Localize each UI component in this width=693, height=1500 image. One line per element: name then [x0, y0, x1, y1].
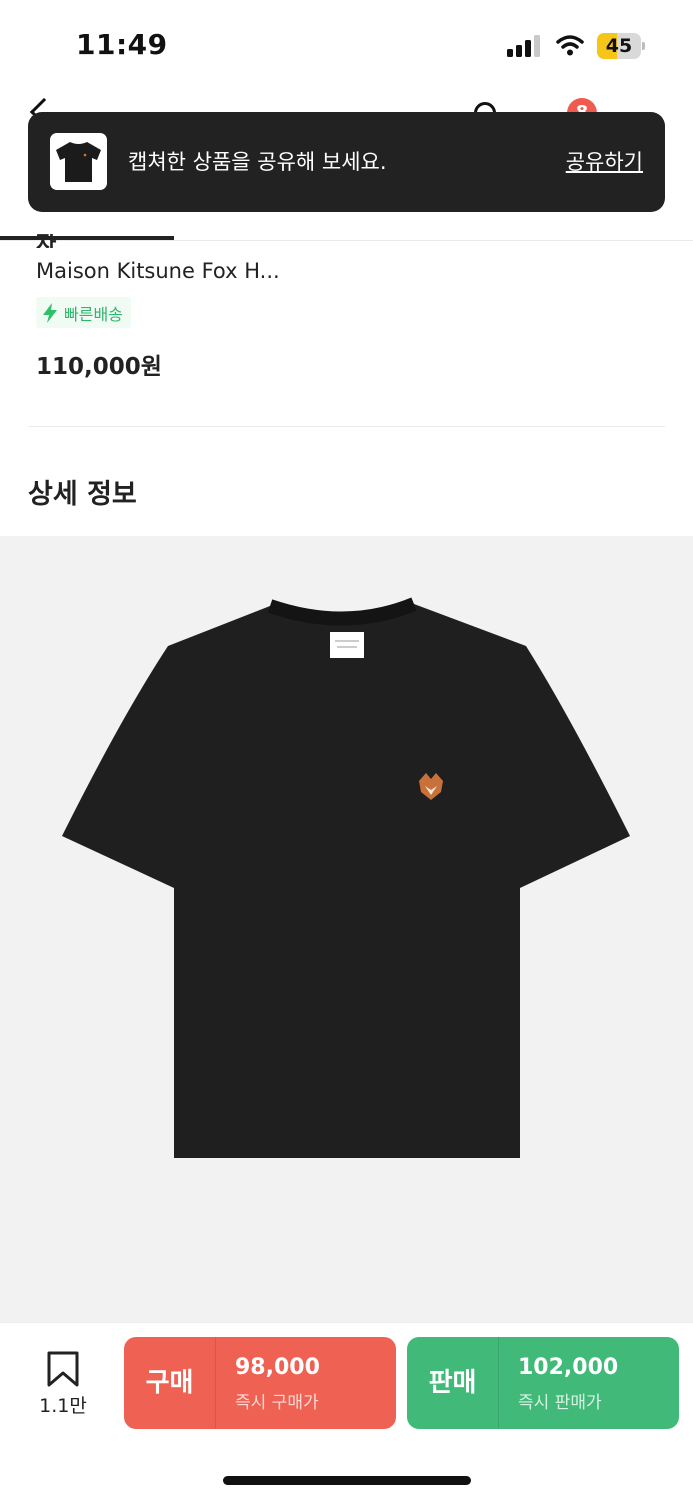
- product-detail-image[interactable]: [0, 536, 693, 1322]
- status-time: 11:49: [76, 28, 168, 61]
- tshirt-image: [62, 597, 630, 1158]
- status-bar: 11:49 45: [0, 0, 693, 92]
- product-name[interactable]: Maison Kitsune Fox H...: [36, 259, 280, 283]
- cellular-signal-icon: [507, 35, 540, 57]
- fast-delivery-badge: 빠른배송: [36, 297, 131, 328]
- battery-percent: 45: [605, 35, 633, 57]
- tab-divider: [0, 240, 693, 241]
- sell-price: 102,000: [518, 1355, 619, 1380]
- buy-sublabel: 즉시 구매가: [235, 1393, 319, 1413]
- bottom-action-bar: 1.1만 구매 98,000 즉시 구매가 판매 102,000 즉시 판매가: [0, 1322, 693, 1500]
- tshirt-thumbnail-icon: [56, 142, 101, 182]
- section-title: 상세 정보: [28, 479, 137, 510]
- sell-label: 판매: [428, 1368, 477, 1398]
- bookmark-icon: [47, 1351, 79, 1387]
- sell-button[interactable]: 판매 102,000 즉시 판매가: [407, 1337, 679, 1429]
- buy-label: 구매: [145, 1368, 194, 1398]
- buy-button[interactable]: 구매 98,000 즉시 구매가: [124, 1337, 396, 1429]
- product-price: 110,000원: [36, 354, 162, 380]
- home-indicator[interactable]: [223, 1476, 471, 1485]
- toast-thumbnail: [50, 133, 107, 190]
- product-title-partial: 자: [36, 234, 57, 248]
- wishlist-button[interactable]: 1.1만: [30, 1351, 96, 1421]
- wishlist-count: 1.1만: [39, 1395, 87, 1417]
- toast-message: 캡쳐한 상품을 공유해 보세요.: [128, 150, 387, 174]
- battery-icon: 45: [597, 33, 645, 59]
- buy-price: 98,000: [235, 1355, 320, 1380]
- fast-delivery-label: 빠른배송: [64, 304, 123, 324]
- sell-sublabel: 즉시 판매가: [518, 1393, 602, 1413]
- share-button[interactable]: 공유하기: [566, 146, 643, 176]
- wifi-icon: [556, 35, 584, 56]
- lightning-icon: [43, 302, 57, 323]
- share-toast: 캡쳐한 상품을 공유해 보세요. 공유하기: [28, 112, 665, 212]
- section-divider: [28, 426, 665, 427]
